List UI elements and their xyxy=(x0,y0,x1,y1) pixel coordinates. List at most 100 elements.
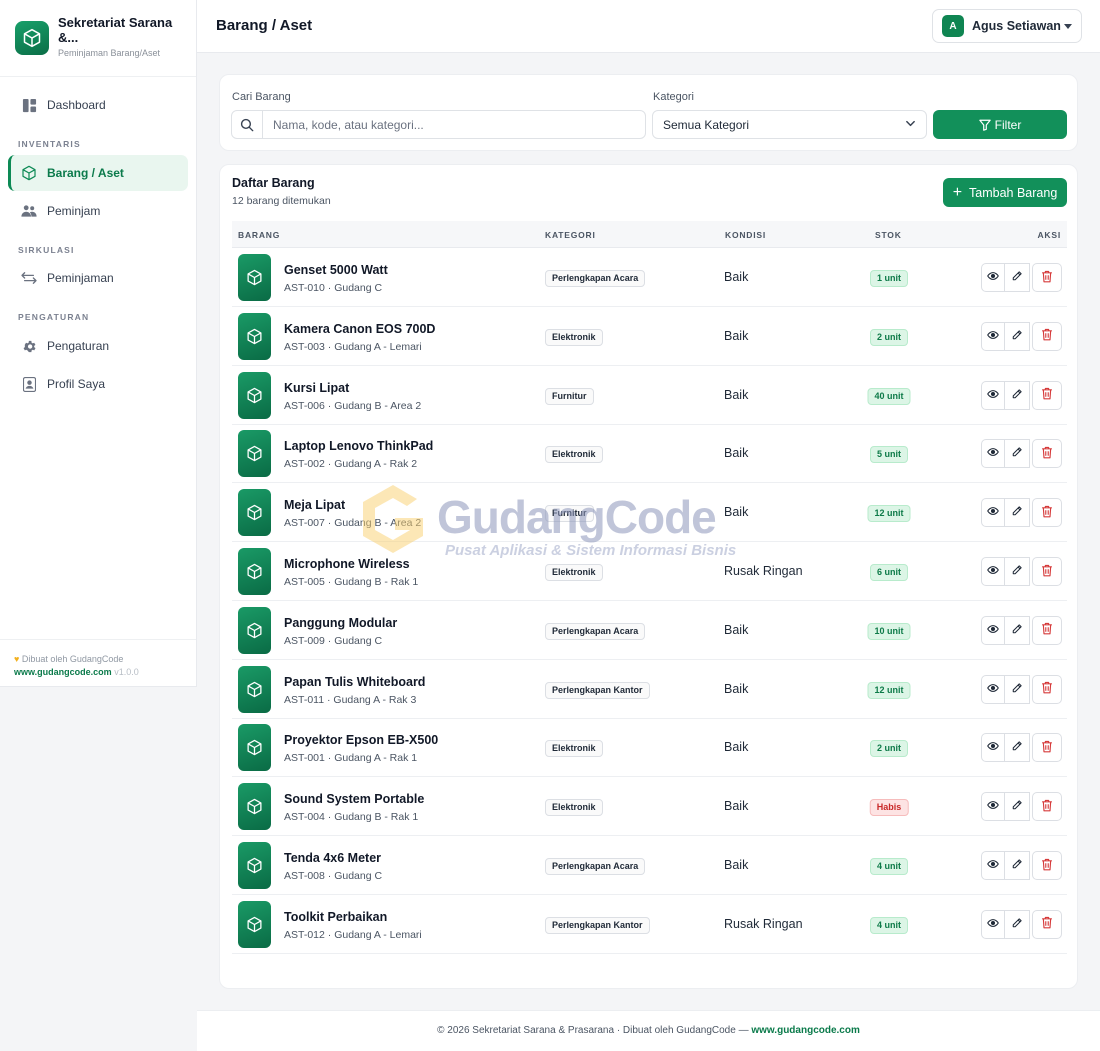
view-button[interactable] xyxy=(981,380,1006,410)
row-actions xyxy=(981,380,1062,410)
condition-text: Baik xyxy=(724,270,749,284)
eye-icon xyxy=(987,388,1000,403)
gear-icon xyxy=(20,337,38,355)
delete-button[interactable] xyxy=(1031,851,1062,880)
category-label: Kategori xyxy=(653,91,694,103)
search-input[interactable] xyxy=(263,111,645,138)
view-button[interactable] xyxy=(981,792,1006,822)
delete-button[interactable] xyxy=(1031,557,1062,586)
condition-text: Baik xyxy=(724,328,749,343)
item-meta: AST-009 · Gudang C xyxy=(284,634,383,647)
edit-button[interactable] xyxy=(1005,733,1030,763)
plus-icon: + xyxy=(952,183,963,201)
item-meta: AST-002 · Gudang A - Rak 2 xyxy=(284,458,418,471)
delete-button[interactable] xyxy=(1031,380,1062,410)
user-menu-button[interactable]: A Agus Setiawan xyxy=(932,9,1082,43)
edit-button[interactable] xyxy=(1005,615,1030,645)
view-button[interactable] xyxy=(981,909,1006,939)
edit-button[interactable] xyxy=(1005,557,1030,586)
item-name: Panggung Modular xyxy=(284,615,398,630)
sidebar-item-peminjam[interactable]: Peminjam xyxy=(8,193,188,229)
view-button[interactable] xyxy=(981,263,1006,292)
row-actions xyxy=(981,321,1062,351)
trash-icon xyxy=(1041,387,1053,403)
delete-button[interactable] xyxy=(1031,733,1062,763)
eye-icon xyxy=(987,505,1000,520)
nav-section-inventaris: INVENTARIS xyxy=(18,139,81,149)
edit-button[interactable] xyxy=(1005,321,1030,351)
trash-icon xyxy=(1041,328,1053,344)
delete-button[interactable] xyxy=(1031,674,1062,704)
box-icon xyxy=(238,312,271,360)
item-name: Papan Tulis Whiteboard xyxy=(284,674,426,689)
edit-button[interactable] xyxy=(1005,909,1030,939)
footer-link[interactable]: www.gudangcode.com xyxy=(751,1025,860,1036)
view-button[interactable] xyxy=(981,615,1006,645)
made-by-text: Dibuat oleh GudangCode xyxy=(21,654,124,664)
sidebar-item-label: Profil Saya xyxy=(47,377,106,391)
add-item-button[interactable]: + Tambah Barang xyxy=(943,178,1067,207)
brand-subtitle: Peminjaman Barang/Aset xyxy=(58,48,161,58)
delete-button[interactable] xyxy=(1031,909,1062,939)
sidebar-item-profil-saya[interactable]: Profil Saya xyxy=(8,366,188,402)
trash-icon xyxy=(1041,270,1053,286)
edit-button[interactable] xyxy=(1005,380,1030,410)
row-actions xyxy=(981,263,1062,292)
edit-button[interactable] xyxy=(1005,498,1030,528)
table-row: Sound System Portable AST-004 · Gudang B … xyxy=(232,777,1067,837)
table-row: Panggung Modular AST-009 · Gudang C Perlen… xyxy=(232,601,1067,660)
version-text: v1.0.0 xyxy=(114,667,139,677)
condition-text: Rusak Ringan xyxy=(724,564,803,578)
view-button[interactable] xyxy=(981,674,1006,704)
trash-icon xyxy=(1041,799,1053,815)
sidebar-footer-link[interactable]: www.gudangcode.com xyxy=(14,667,112,677)
edit-button[interactable] xyxy=(1005,674,1030,704)
sidebar-item-peminjaman[interactable]: Peminjaman xyxy=(8,260,188,296)
delete-button[interactable] xyxy=(1031,321,1062,351)
category-tag: Elektronik xyxy=(545,799,603,817)
view-button[interactable] xyxy=(981,439,1006,469)
delete-button[interactable] xyxy=(1031,615,1062,645)
item-meta: AST-007 · Gudang B - Area 2 xyxy=(284,517,422,530)
delete-button[interactable] xyxy=(1031,498,1062,528)
sidebar-item-label: Peminjaman xyxy=(47,271,114,285)
pencil-icon xyxy=(1011,917,1023,932)
delete-button[interactable] xyxy=(1031,439,1062,469)
edit-button[interactable] xyxy=(1005,263,1030,292)
view-button[interactable] xyxy=(981,321,1006,351)
box-icon xyxy=(238,489,271,537)
column-header-stok: STOK xyxy=(875,230,902,240)
table-row: Papan Tulis Whiteboard AST-011 · Gudang A… xyxy=(232,660,1067,719)
sidebar-item-label: Peminjam xyxy=(47,204,101,218)
table-row: Tenda 4x6 Meter AST-008 · Gudang C Perleng… xyxy=(232,836,1067,895)
item-meta: AST-012 · Gudang A - Lemari xyxy=(284,928,422,941)
edit-button[interactable] xyxy=(1005,792,1030,822)
transfer-icon xyxy=(20,269,38,287)
sidebar-footer: ♥ Dibuat oleh GudangCode www.gudangcode.… xyxy=(0,639,196,687)
eye-icon xyxy=(987,799,1000,814)
category-select[interactable]: Semua Kategori xyxy=(652,110,927,139)
item-name: Meja Lipat xyxy=(284,498,346,513)
edit-button[interactable] xyxy=(1005,851,1030,880)
table-row: Toolkit Perbaikan AST-012 · Gudang A - Le… xyxy=(232,895,1067,954)
category-tag: Elektronik xyxy=(545,446,603,464)
item-meta: AST-005 · Gudang B - Rak 1 xyxy=(284,576,419,588)
filter-button[interactable]: Filter xyxy=(933,110,1067,139)
column-header-kondisi: KONDISI xyxy=(725,230,767,240)
item-meta: AST-001 · Gudang A - Rak 1 xyxy=(284,752,418,765)
sidebar-item-pengaturan[interactable]: Pengaturan xyxy=(8,328,188,364)
category-tag: Furnitur xyxy=(545,505,594,523)
delete-button[interactable] xyxy=(1031,792,1062,822)
view-button[interactable] xyxy=(981,733,1006,763)
view-button[interactable] xyxy=(981,851,1006,880)
item-name: Laptop Lenovo ThinkPad xyxy=(284,439,434,454)
box-icon xyxy=(238,606,271,654)
edit-button[interactable] xyxy=(1005,439,1030,469)
sidebar-item-barang-aset[interactable]: Barang / Aset xyxy=(8,155,188,191)
page-footer: © 2026 Sekretariat Sarana & Prasarana · … xyxy=(197,1010,1100,1051)
stock-badge: 2 unit xyxy=(870,740,908,758)
view-button[interactable] xyxy=(981,498,1006,528)
delete-button[interactable] xyxy=(1031,263,1062,292)
view-button[interactable] xyxy=(981,557,1006,586)
sidebar-item-dashboard[interactable]: Dashboard xyxy=(8,87,188,123)
